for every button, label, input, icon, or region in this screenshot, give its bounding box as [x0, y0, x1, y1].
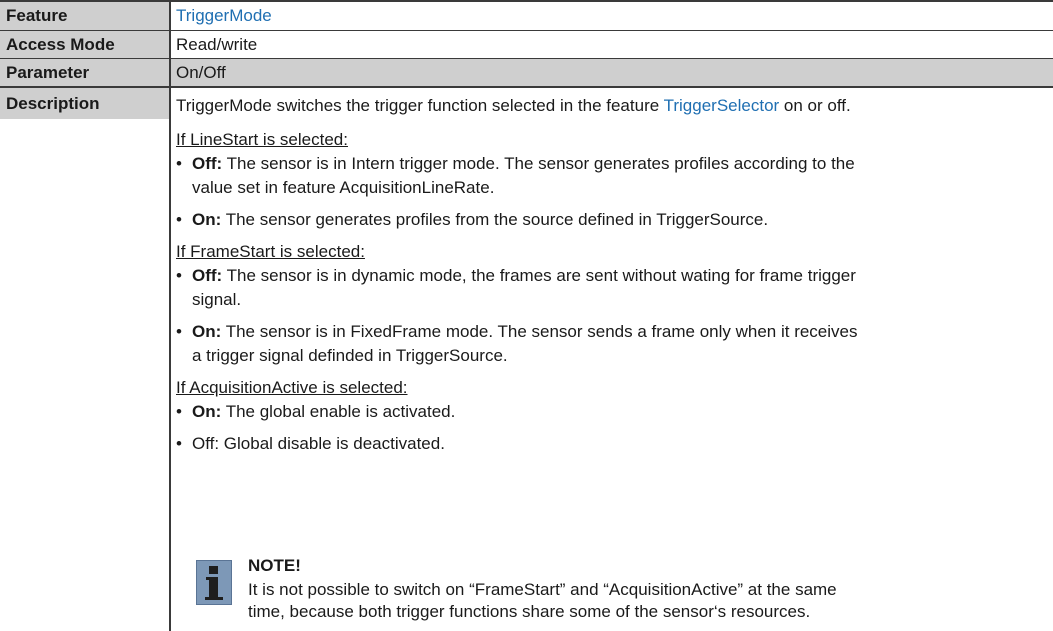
item-text: value set in feature AcquisitionLineRate… — [192, 178, 495, 197]
intro-text-end: on or off. — [779, 96, 851, 115]
section-heading-acquisitionactive: If AcquisitionActive is selected: — [176, 378, 408, 397]
row-value: Read/write — [171, 31, 1053, 58]
row-value: TriggerMode — [171, 2, 1053, 30]
item-label: On: — [192, 322, 222, 341]
item-label: On: — [192, 210, 222, 229]
bullet-icon: • — [176, 154, 182, 173]
key-label: Parameter — [6, 63, 90, 82]
bullet-icon: • — [176, 266, 182, 285]
key-label: Description — [6, 94, 100, 113]
value-label: On/Off — [176, 63, 226, 82]
item-text: Off: Global disable is deactivated. — [192, 434, 445, 453]
section-heading-linestart: If LineStart is selected: — [176, 130, 348, 149]
info-icon — [196, 560, 232, 605]
item-text: The sensor is in FixedFrame mode. The se… — [221, 322, 858, 341]
table-row-access-mode: Access Mode Read/write — [0, 31, 1053, 58]
bullet-icon: • — [176, 322, 182, 341]
item-label: Off: — [192, 154, 223, 173]
key-label: Feature — [6, 6, 68, 25]
value-label: Read/write — [176, 35, 258, 54]
section-heading-framestart: If FrameStart is selected: — [176, 242, 365, 261]
item-text: a trigger signal definded in TriggerSour… — [192, 346, 508, 365]
bullet-icon: • — [176, 434, 182, 453]
note-line: It is not possible to switch on “FrameSt… — [248, 580, 837, 599]
intro-text: TriggerMode switches the trigger functio… — [176, 96, 664, 115]
table-row-feature: Feature TriggerMode — [0, 2, 1053, 30]
item-text: The global enable is activated. — [221, 402, 456, 421]
row-value: On/Off — [171, 59, 1053, 86]
row-key: Feature — [0, 2, 169, 30]
note-line: time, because both trigger functions sha… — [248, 602, 811, 621]
description-intro: TriggerMode switches the trigger functio… — [176, 94, 851, 118]
item-text: The sensor generates profiles from the s… — [221, 210, 769, 229]
item-label: On: — [192, 402, 222, 421]
item-text: The sensor is in Intern trigger mode. Th… — [222, 154, 855, 173]
table-row-parameter: Parameter On/Off — [0, 59, 1053, 86]
row-key: Description — [0, 88, 169, 119]
trigger-selector-link[interactable]: TriggerSelector — [664, 96, 780, 115]
bullet-icon: • — [176, 402, 182, 421]
trigger-mode-link[interactable]: TriggerMode — [176, 6, 272, 26]
column-divider — [169, 2, 171, 631]
bullet-icon: • — [176, 210, 182, 229]
key-label: Access Mode — [6, 35, 115, 54]
note-title: NOTE! — [248, 556, 301, 575]
row-key: Parameter — [0, 59, 169, 86]
item-text: The sensor is in dynamic mode, the frame… — [222, 266, 856, 285]
item-text: signal. — [192, 290, 242, 309]
parameter-table: Feature TriggerMode Access Mode Read/wri… — [0, 0, 1053, 631]
note-text: It is not possible to switch on “FrameSt… — [248, 579, 1028, 623]
item-label: Off: — [192, 266, 223, 285]
row-key: Access Mode — [0, 31, 169, 58]
